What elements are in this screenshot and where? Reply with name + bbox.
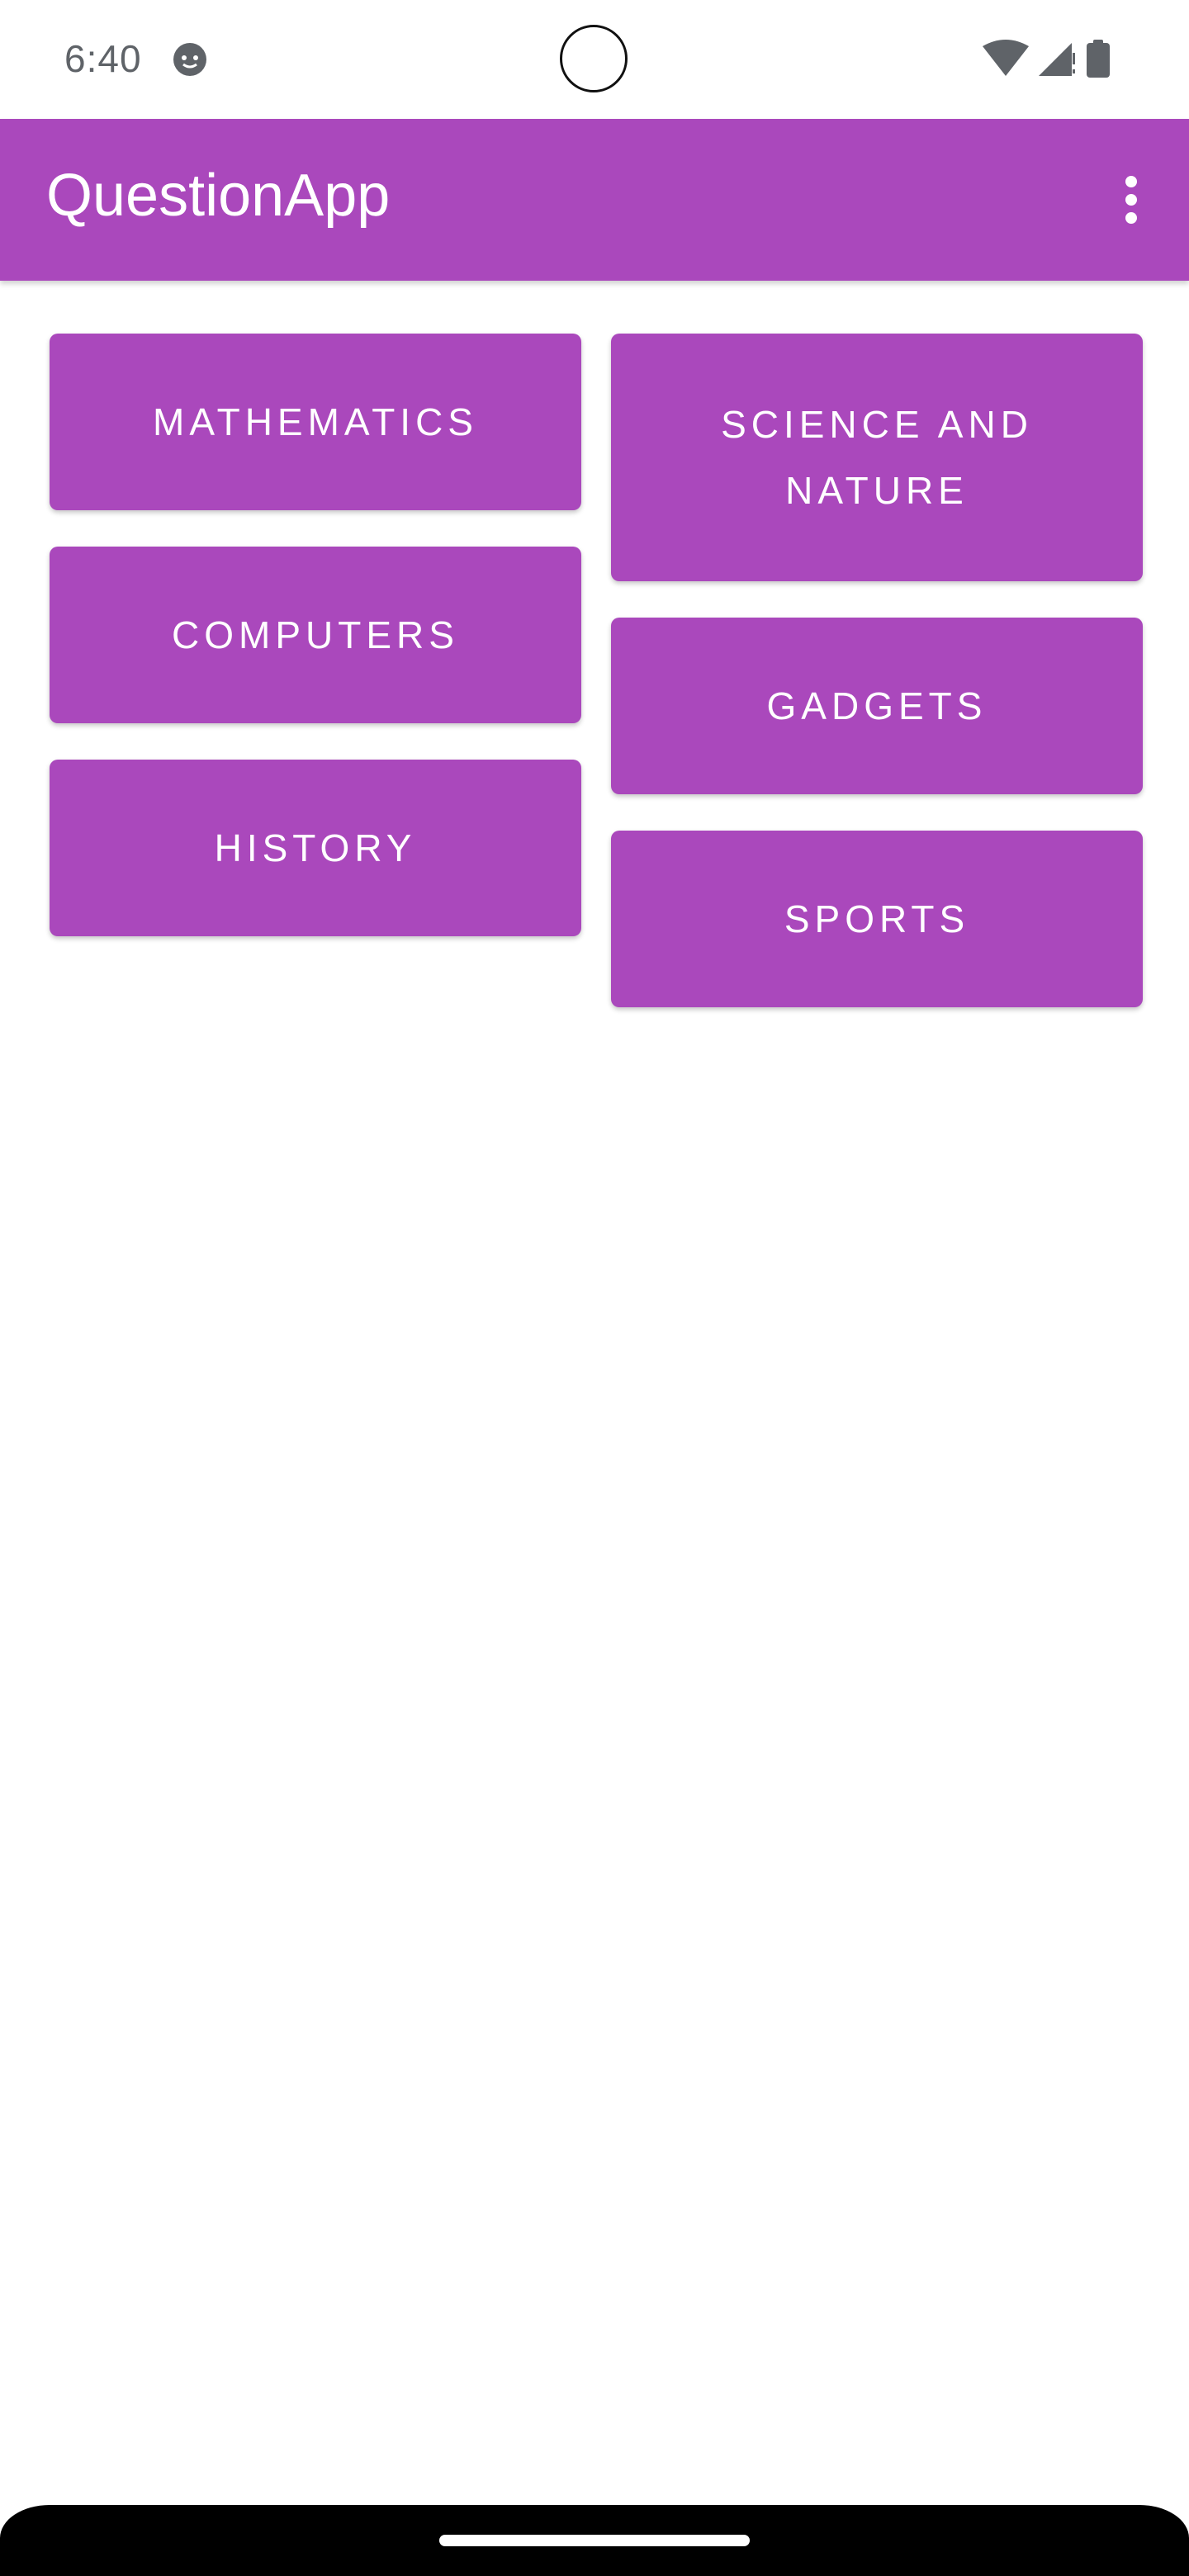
app-title: QuestionApp	[46, 163, 391, 229]
status-time: 6:40	[64, 37, 142, 80]
category-button-science-and-nature[interactable]: SCIENCE AND NATURE	[611, 334, 1143, 581]
category-button-sports[interactable]: SPORTS	[611, 831, 1143, 1007]
battery-icon	[1087, 39, 1110, 82]
camera-cutout	[560, 25, 628, 92]
category-button-computers[interactable]: COMPUTERS	[50, 547, 581, 723]
status-bar: 6:40	[0, 0, 1189, 119]
more-vert-icon[interactable]	[1098, 165, 1164, 234]
status-icons	[983, 39, 1110, 82]
category-button-gadgets[interactable]: GADGETS	[611, 618, 1143, 794]
home-gesture-handle[interactable]	[439, 2535, 750, 2546]
wifi-icon	[983, 39, 1029, 82]
app-bar: QuestionApp	[0, 119, 1189, 281]
signal-icon	[1039, 40, 1077, 82]
cat-face-icon	[172, 41, 208, 78]
category-button-history[interactable]: HISTORY	[50, 760, 581, 936]
category-button-mathematics[interactable]: MATHEMATICS	[50, 334, 581, 510]
navigation-bar	[0, 2505, 1189, 2576]
